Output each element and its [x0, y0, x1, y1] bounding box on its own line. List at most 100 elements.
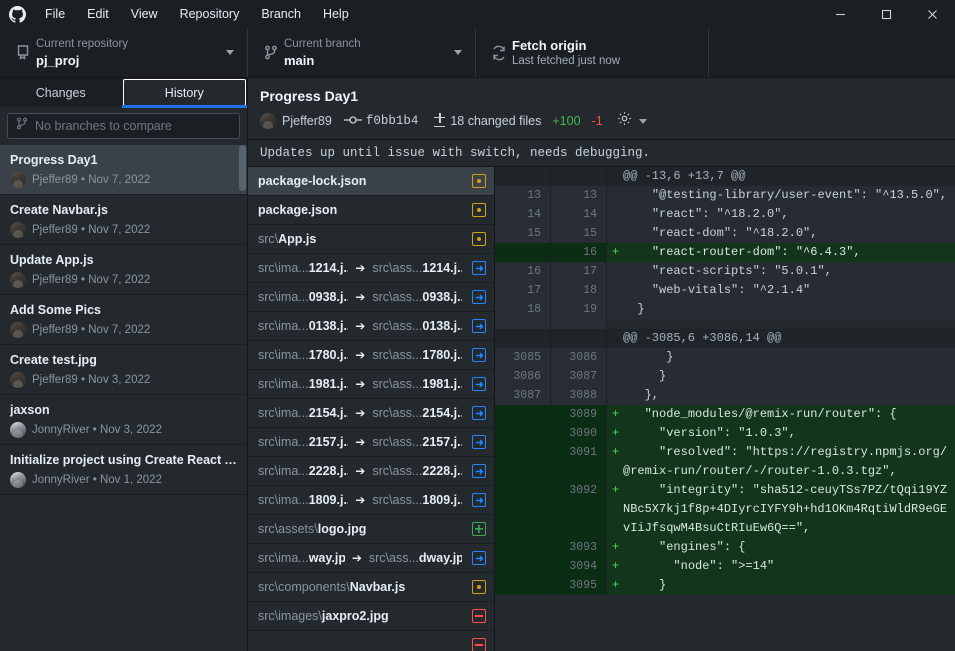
diff-gutter-new: 18	[551, 281, 607, 300]
file-path-from: src\ima...way.jpg	[258, 551, 345, 565]
file-list-item[interactable]	[248, 631, 494, 651]
commit-subtitle: Pjeffer89 • Nov 7, 2022	[32, 324, 151, 336]
file-list-item[interactable]: src\ima...0938.j... ➔ src\ass...0938.j..…	[248, 283, 494, 312]
commit-list-item[interactable]: Initialize project using Create React Ap…	[0, 445, 247, 495]
file-path-from: src\ima...0938.j...	[258, 290, 348, 304]
diff-line-text: "web-vitals": "^2.1.4"	[623, 283, 811, 297]
diff-line-text: "react-dom": "^18.2.0",	[623, 226, 818, 240]
commit-sha-group[interactable]: f0bb1b4	[343, 112, 418, 130]
file-list-item[interactable]: src\ima...2157.j... ➔ src\ass...2157.j..…	[248, 428, 494, 457]
commit-list-item[interactable]: Create test.jpg Pjeffer89 • Nov 3, 2022	[0, 345, 247, 395]
file-path-to: src\ass...2228.j...	[372, 464, 462, 478]
commit-summary-header: Progress Day1 Pjeffer89 f0bb1b4 18 chang…	[248, 78, 955, 140]
minimize-button[interactable]	[817, 0, 863, 28]
diff-gutter-new: 16	[551, 243, 607, 262]
diff-sign	[607, 167, 623, 186]
maximize-button[interactable]	[863, 0, 909, 28]
file-list-item[interactable]: src\ima...0138.j... ➔ src\ass...0138.j..…	[248, 312, 494, 341]
menu-item-help[interactable]: Help	[312, 0, 360, 28]
menu-item-view[interactable]: View	[120, 0, 169, 28]
status-renamed-icon	[472, 261, 486, 275]
diff-line: 3086 3087 }	[495, 367, 955, 386]
diff-line-text: "react": "^18.2.0",	[623, 207, 789, 221]
github-desktop-window: File Edit View Repository Branch Help Cu…	[0, 0, 955, 651]
status-modified-icon	[472, 232, 486, 246]
commit-title: Create Navbar.js	[10, 203, 108, 217]
status-renamed-icon	[472, 377, 486, 391]
sidebar-scrollbar-thumb[interactable]	[239, 145, 246, 191]
file-list-item[interactable]: src\App.js	[248, 225, 494, 254]
diff-icon	[434, 113, 446, 127]
file-list-item[interactable]: src\images\jaxpro2.jpg	[248, 602, 494, 631]
tab-history[interactable]: History	[122, 79, 246, 108]
menu-item-repository[interactable]: Repository	[169, 0, 251, 28]
diff-line: 18 19 }	[495, 300, 955, 319]
diff-gutter-old: 17	[495, 281, 551, 300]
file-list-item[interactable]: src\ima...way.jpg ➔ src\ass...dway.jpg	[248, 544, 494, 573]
diff-gutter-new: 15	[551, 224, 607, 243]
file-path-from: src\ima...2228.j...	[258, 464, 348, 478]
diff-options-button[interactable]	[617, 111, 650, 131]
commit-list-item[interactable]: Add Some Pics Pjeffer89 • Nov 7, 2022	[0, 295, 247, 345]
file-path-from: src\ima...1809.j...	[258, 493, 348, 507]
commit-list-item[interactable]: Create Navbar.js Pjeffer89 • Nov 7, 2022	[0, 195, 247, 245]
file-list-item[interactable]: src\ima...1214.j... ➔ src\ass...1214.j..…	[248, 254, 494, 283]
file-path: package-lock.json	[258, 174, 367, 188]
diff-sign: +	[612, 426, 620, 440]
diff-line-added: 3095 + }	[495, 576, 955, 595]
diff-sign	[607, 348, 623, 367]
close-button[interactable]	[909, 0, 955, 28]
diff-gutter-new: 3093	[551, 538, 607, 557]
diff-sign	[607, 367, 623, 386]
file-list-item[interactable]: src\components\Navbar.js	[248, 573, 494, 602]
diff-line-added: 3089 + "node_modules/@remix-run/router":…	[495, 405, 955, 424]
diff-line-text: @@ -13,6 +13,7 @@	[623, 169, 746, 183]
current-repository-button[interactable]: Current repository pj_proj	[0, 28, 248, 77]
file-list-item[interactable]: package.json	[248, 196, 494, 225]
diff-viewer[interactable]: @@ -13,6 +13,7 @@ 13 13 "@testing-librar…	[495, 167, 955, 651]
commit-list-item[interactable]: jaxson JonnyRiver • Nov 3, 2022	[0, 395, 247, 445]
commit-list-item[interactable]: Update App.js Pjeffer89 • Nov 7, 2022	[0, 245, 247, 295]
current-branch-button[interactable]: Current branch main	[248, 28, 476, 77]
diff-hunk-header: @@ -13,6 +13,7 @@	[495, 167, 955, 186]
menu-item-edit[interactable]: Edit	[76, 0, 120, 28]
status-renamed-icon	[472, 464, 486, 478]
diff-line: 16 17 "react-scripts": "5.0.1",	[495, 262, 955, 281]
compare-branches-area: No branches to compare	[0, 107, 247, 145]
file-list-item[interactable]: src\assets\logo.jpg	[248, 515, 494, 544]
diff-sign	[607, 262, 623, 281]
commit-title: Progress Day1	[10, 153, 98, 167]
diff-gutter-old	[495, 576, 551, 595]
branch-icon	[258, 45, 284, 60]
compare-branch-input[interactable]: No branches to compare	[7, 113, 240, 139]
rename-arrow-icon: ➔	[355, 493, 366, 507]
file-list-item[interactable]: src\ima...1981.j... ➔ src\ass...1981.j..…	[248, 370, 494, 399]
menu-item-branch[interactable]: Branch	[250, 0, 312, 28]
changed-files-list[interactable]: package-lock.json package.json src\App.j…	[248, 167, 495, 651]
sidebar-tabs: Changes History	[0, 78, 247, 108]
diff-split: package-lock.json package.json src\App.j…	[248, 167, 955, 651]
commit-subtitle: Pjeffer89 • Nov 7, 2022	[32, 274, 151, 286]
diff-line: 17 18 "web-vitals": "^2.1.4"	[495, 281, 955, 300]
fetch-title: Fetch origin	[512, 37, 587, 53]
file-list-item[interactable]: src\ima...2154.j... ➔ src\ass...2154.j..…	[248, 399, 494, 428]
file-list-item[interactable]: src\ima...2228.j... ➔ src\ass...2228.j..…	[248, 457, 494, 486]
status-renamed-icon	[472, 551, 486, 565]
file-path-from: src\ima...2154.j...	[258, 406, 348, 420]
tab-changes[interactable]: Changes	[0, 78, 122, 107]
file-path-to: src\ass...0138.j...	[372, 319, 462, 333]
diff-gutter-old: 18	[495, 300, 551, 319]
commit-list-item[interactable]: Progress Day1 Pjeffer89 • Nov 7, 2022	[0, 145, 247, 195]
file-list-item[interactable]: package-lock.json	[248, 167, 494, 196]
menu-item-file[interactable]: File	[34, 0, 76, 28]
file-list-item[interactable]: src\ima...1780.j... ➔ src\ass...1780.j..…	[248, 341, 494, 370]
diff-gutter-old: 16	[495, 262, 551, 281]
sidebar-scrollbar[interactable]	[238, 145, 247, 651]
branch-icon	[16, 117, 28, 135]
commit-list[interactable]: Progress Day1 Pjeffer89 • Nov 7, 2022 Cr…	[0, 145, 247, 651]
file-list-item[interactable]: src\ima...1809.j... ➔ src\ass...1809.j..…	[248, 486, 494, 515]
fetch-origin-button[interactable]: Fetch origin Last fetched just now	[476, 28, 709, 77]
branch-label: Current branch	[284, 37, 361, 50]
fetch-subtitle: Last fetched just now	[512, 54, 621, 67]
diff-line-text: @@ -3085,6 +3086,14 @@	[623, 331, 782, 345]
